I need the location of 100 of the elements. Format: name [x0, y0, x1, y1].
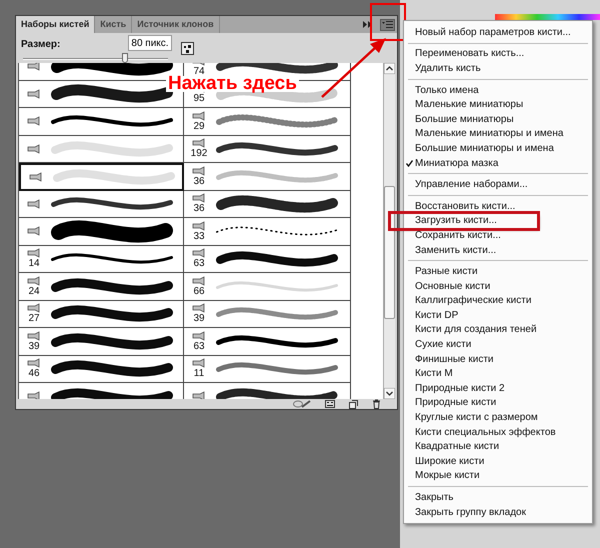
menu-item[interactable]: Только имена [404, 82, 592, 98]
brush-size-label: 36 [193, 176, 205, 187]
brush-tip-icon [27, 248, 41, 258]
menu-item[interactable]: Маленькие миниатюры и имена [404, 126, 592, 142]
brush-tip-icon [192, 193, 206, 204]
menu-item[interactable]: Круглые кисти с размером [404, 410, 592, 425]
brush-preset[interactable]: 39 [19, 328, 184, 356]
brush-tip-icon[interactable] [181, 42, 194, 55]
brush-tip-icon [192, 303, 206, 314]
menu-item[interactable]: Финишные кисти [404, 352, 592, 366]
size-label: Размер: [21, 38, 62, 52]
brush-preset[interactable]: 192 [184, 136, 351, 163]
menu-item[interactable]: Основные кисти [404, 278, 592, 294]
brush-size-label: 33 [193, 230, 205, 242]
scroll-down-icon[interactable] [384, 388, 395, 399]
brush-tip-icon [27, 276, 41, 286]
panel-menu-button[interactable] [380, 18, 395, 30]
brush-preset[interactable]: 36 [184, 190, 351, 218]
size-slider-thumb[interactable] [122, 53, 128, 63]
menu-item[interactable]: Широкие кисти [404, 454, 592, 469]
menu-item[interactable]: Миниатюра мазка [404, 156, 592, 170]
menu-item[interactable]: Переименовать кисть... [404, 46, 592, 62]
menu-item[interactable]: Кисти DP [404, 308, 592, 323]
new-preset-icon[interactable] [349, 400, 358, 408]
brush-size-label: 36 [193, 203, 205, 214]
brush-tip-icon [192, 110, 206, 121]
brush-size-label: 74 [193, 66, 205, 77]
brush-size-label: 95 [193, 93, 205, 104]
menu-item[interactable]: Каллиграфические кисти [404, 294, 592, 308]
menu-item[interactable]: Природные кисти [404, 396, 592, 410]
brush-size-label: 14 [28, 258, 40, 270]
menu-item[interactable]: Новый набор параметров кисти... [404, 25, 592, 40]
menu-item[interactable]: Заменить кисти... [404, 242, 592, 258]
brush-tip-icon [27, 116, 41, 126]
brush-size-label: 39 [28, 340, 40, 352]
menu-item[interactable]: Кисти специальных эффектов [404, 424, 592, 440]
menu-item[interactable]: Кисти для создания теней [404, 322, 592, 338]
grid-panel-icon[interactable] [325, 400, 335, 408]
brush-size-label: 27 [28, 313, 40, 324]
brush-preset[interactable]: 66 [184, 273, 351, 300]
brush-tip-icon [27, 303, 41, 314]
annotation-tooltip: Нажать здесь [166, 76, 299, 92]
scrollbar[interactable] [383, 63, 395, 399]
brush-preset[interactable]: 11 [184, 356, 351, 383]
menu-item[interactable]: Удалить кисть [404, 61, 592, 76]
trash-icon[interactable] [372, 399, 381, 409]
menu-item[interactable]: Большие миниатюры [404, 112, 592, 127]
brush-preset[interactable]: 39 [184, 300, 351, 328]
brush-tip-icon [27, 198, 41, 209]
brush-preset[interactable]: 46 [19, 356, 184, 383]
brush-size-label: 24 [28, 286, 40, 297]
scrollbar-thumb[interactable] [384, 186, 395, 319]
brush-preset[interactable]: 14 [19, 246, 184, 273]
menu-item[interactable]: Природные кисти 2 [404, 381, 592, 396]
menu-item[interactable]: Закрыть группу вкладок [404, 504, 592, 520]
menu-item[interactable]: Сохранить кисти... [404, 228, 592, 243]
menu-item[interactable]: Большие миниатюры и имена [404, 141, 592, 156]
menu-item[interactable]: Мокрые кисти [404, 468, 592, 484]
menu-item[interactable]: Разные кисти [404, 264, 592, 279]
brush-tip-icon [192, 248, 206, 258]
collapse-icon[interactable] [363, 21, 372, 28]
scroll-up-icon[interactable] [384, 63, 395, 74]
brush-preset[interactable] [19, 136, 184, 163]
annotation-arrow [321, 38, 386, 98]
brush-size-label: 192 [190, 148, 208, 160]
brush-preset[interactable]: 63 [184, 328, 351, 356]
menu-item[interactable]: Маленькие миниатюры [404, 97, 592, 112]
menu-item[interactable]: Сухие кисти [404, 337, 592, 352]
brush-size-label: 66 [193, 286, 205, 297]
brush-tip-icon [27, 144, 41, 154]
menu-item[interactable]: Кисти M [404, 366, 592, 382]
brush-preset[interactable] [19, 218, 184, 246]
brush-size-label: 39 [193, 313, 205, 324]
brush-preset[interactable]: 27 [19, 300, 184, 328]
brush-preset[interactable]: 36 [184, 163, 351, 190]
brush-preset[interactable] [19, 163, 184, 190]
eye-brush-icon[interactable] [293, 400, 311, 408]
brush-tip-icon [29, 172, 43, 182]
brush-tip-icon [27, 226, 41, 236]
menu-item[interactable]: Квадратные кисти [404, 439, 592, 454]
menu-item[interactable]: Закрыть [404, 490, 592, 505]
brush-tip-icon [27, 88, 41, 99]
brush-preset[interactable] [19, 190, 184, 218]
menu-item[interactable]: Управление наборами... [404, 177, 592, 192]
brush-preset[interactable] [19, 108, 184, 136]
size-input-field[interactable]: 80 пикс. [128, 35, 172, 51]
panel-tab[interactable]: Наборы кистей [16, 16, 96, 33]
brush-size-label: 11 [194, 368, 204, 380]
menu-item[interactable]: Восстановить кисти... [404, 198, 592, 214]
brush-tip-icon [27, 358, 41, 368]
brush-preset[interactable]: 33 [184, 218, 351, 246]
brush-tip-icon [192, 276, 206, 286]
brush-size-label: 63 [193, 258, 205, 270]
menu-item[interactable]: Загрузить кисти... [391, 214, 537, 228]
brush-size-label: 29 [193, 120, 205, 132]
brush-preset[interactable]: 29 [184, 108, 351, 136]
brush-size-label: 46 [28, 368, 40, 380]
brush-tip-icon [192, 358, 206, 368]
brush-preset[interactable]: 24 [19, 273, 184, 300]
brush-preset[interactable]: 63 [184, 246, 351, 273]
